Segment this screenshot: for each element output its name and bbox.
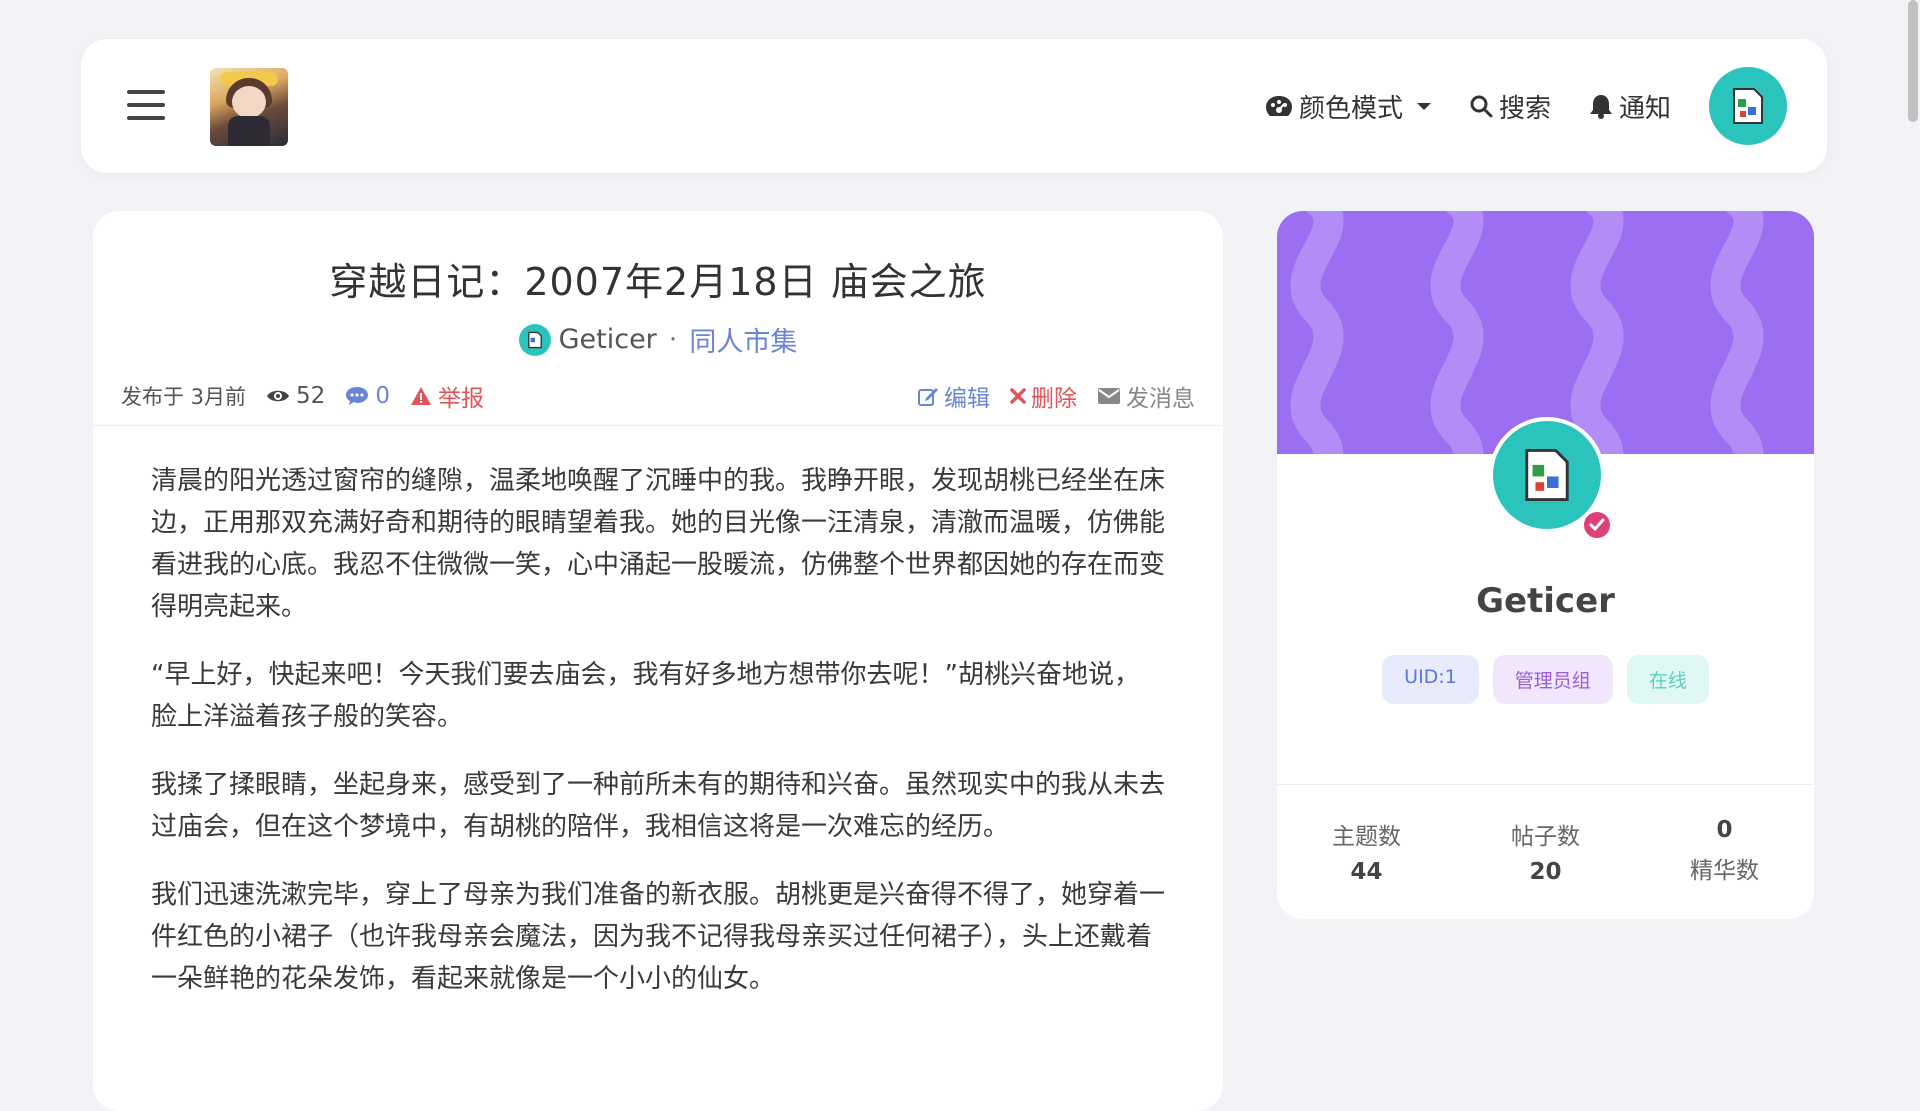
featured-count: 0 bbox=[1716, 817, 1733, 843]
scrollbar-thumb[interactable] bbox=[1908, 0, 1918, 122]
color-mode-dropdown[interactable]: 颜色模式 bbox=[1265, 88, 1431, 125]
profile-badges: UID:1 管理员组 在线 bbox=[1277, 655, 1814, 704]
article-card: 穿越日记：2007年2月18日 庙会之旅 Geticer · 同人市集 发布于 … bbox=[93, 211, 1223, 1111]
article-meta: 发布于 3月前 52 0 举报 编辑 删除 发消息 bbox=[93, 365, 1223, 426]
paragraph: 我揉了揉眼睛，坐起身来，感受到了一种前所未有的期待和兴奋。虽然现实中的我从未去过… bbox=[151, 770, 1166, 842]
posts-stat[interactable]: 帖子数 20 bbox=[1456, 817, 1635, 885]
comment-icon bbox=[346, 387, 369, 405]
user-avatar[interactable] bbox=[1709, 67, 1787, 145]
paragraph: 清晨的阳光透过窗帘的缝隙，温柔地唤醒了沉睡中的我。我睁开眼，发现胡桃已经坐在床边… bbox=[151, 466, 1166, 622]
separator-dot: · bbox=[668, 324, 678, 355]
profile-stats: 主题数 44 帖子数 20 0 精华数 bbox=[1277, 817, 1814, 885]
eye-icon bbox=[267, 390, 290, 402]
search-label: 搜索 bbox=[1498, 93, 1551, 124]
site-logo[interactable] bbox=[210, 68, 288, 146]
posts-count: 20 bbox=[1529, 859, 1562, 885]
topics-count: 44 bbox=[1350, 859, 1383, 885]
notification-button[interactable]: 通知 bbox=[1589, 88, 1671, 125]
posted-time: 发布于 3月前 bbox=[121, 385, 247, 409]
delete-label: 删除 bbox=[1031, 386, 1077, 412]
delete-button[interactable]: 删除 bbox=[1010, 379, 1077, 413]
warning-icon bbox=[410, 387, 431, 405]
author-avatar[interactable] bbox=[518, 323, 551, 356]
featured-label: 精华数 bbox=[1690, 858, 1759, 884]
menu-icon[interactable] bbox=[127, 90, 165, 120]
online-status-badge: 在线 bbox=[1626, 655, 1709, 704]
report-label: 举报 bbox=[437, 386, 484, 412]
bell-icon bbox=[1589, 95, 1612, 119]
view-count: 52 bbox=[266, 383, 325, 409]
chevron-down-icon bbox=[1416, 102, 1431, 110]
article-title: 穿越日记：2007年2月18日 庙会之旅 bbox=[329, 260, 987, 304]
top-navbar: 颜色模式 搜索 通知 bbox=[81, 39, 1827, 173]
paragraph: “早上好，快起来吧！今天我们要去庙会，我有好多地方想带你去呢！”胡桃兴奋地说，脸… bbox=[151, 660, 1140, 732]
report-button[interactable]: 举报 bbox=[410, 379, 484, 413]
comment-count-value: 0 bbox=[375, 383, 390, 409]
comment-count[interactable]: 0 bbox=[345, 383, 390, 409]
article-content: 清晨的阳光透过窗帘的缝隙，温柔地唤醒了沉睡中的我。我睁开眼，发现胡桃已经坐在床边… bbox=[93, 426, 1223, 1000]
topics-stat[interactable]: 主题数 44 bbox=[1277, 817, 1456, 885]
author-line: Geticer · 同人市集 bbox=[93, 320, 1223, 359]
group-badge[interactable]: 管理员组 bbox=[1492, 655, 1613, 704]
author-profile-card: Geticer UID:1 管理员组 在线 主题数 44 帖子数 20 0 精华… bbox=[1277, 211, 1814, 919]
edit-label: 编辑 bbox=[944, 386, 990, 412]
edit-button[interactable]: 编辑 bbox=[917, 379, 990, 413]
send-message-label: 发消息 bbox=[1126, 386, 1195, 412]
author-name[interactable]: Geticer bbox=[559, 324, 657, 355]
posts-label: 帖子数 bbox=[1511, 824, 1580, 850]
broken-image-icon bbox=[1525, 449, 1569, 501]
profile-name: Geticer bbox=[1476, 581, 1615, 621]
divider bbox=[1277, 784, 1814, 785]
search-icon bbox=[1470, 95, 1493, 118]
paragraph: 我们迅速洗漱完毕，穿上了母亲为我们准备的新衣服。胡桃更是兴奋得不得了，她穿着一件… bbox=[151, 880, 1166, 994]
search-button[interactable]: 搜索 bbox=[1469, 88, 1551, 125]
featured-stat[interactable]: 0 精华数 bbox=[1635, 817, 1814, 885]
view-count-value: 52 bbox=[296, 383, 326, 409]
close-icon bbox=[1010, 388, 1026, 404]
send-message-button[interactable]: 发消息 bbox=[1097, 379, 1195, 413]
edit-icon bbox=[918, 388, 938, 406]
envelope-icon bbox=[1098, 388, 1120, 404]
broken-image-icon bbox=[527, 331, 542, 348]
palette-icon bbox=[1265, 96, 1292, 116]
notification-label: 通知 bbox=[1618, 93, 1671, 124]
broken-image-icon bbox=[1733, 88, 1763, 124]
verified-icon bbox=[1581, 509, 1613, 541]
color-mode-label: 颜色模式 bbox=[1298, 93, 1403, 124]
topics-label: 主题数 bbox=[1332, 824, 1401, 850]
category-link[interactable]: 同人市集 bbox=[689, 320, 797, 359]
uid-badge: UID:1 bbox=[1382, 655, 1479, 704]
page-scrollbar[interactable] bbox=[1906, 0, 1920, 1080]
